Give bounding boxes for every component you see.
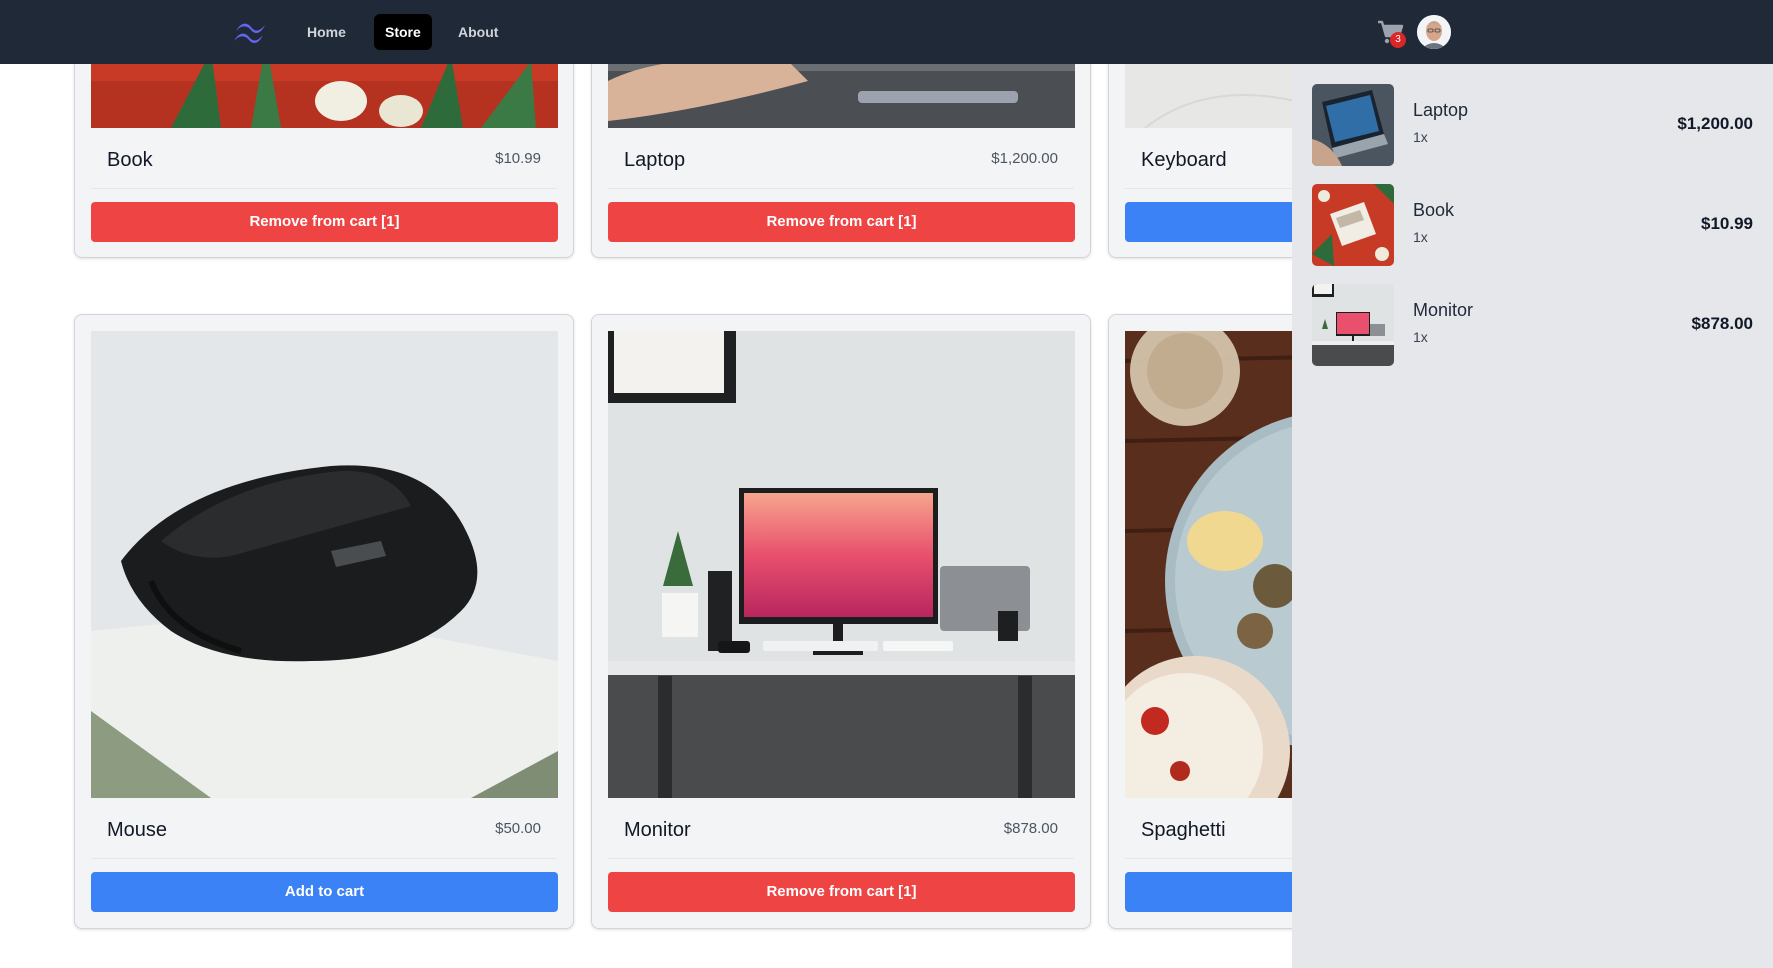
product-price: $1,200.00 (991, 150, 1058, 167)
cart-item-total: $1,200.00 (1677, 114, 1753, 133)
product-name: Book (107, 149, 153, 171)
cart-item-thumbnail-monitor (1312, 284, 1394, 366)
cart-item: Monitor 1x $878.00 (1312, 284, 1753, 366)
cart-item-quantity: 1x (1413, 129, 1428, 145)
card-divider (608, 858, 1074, 859)
nav-about-link[interactable]: About (447, 14, 509, 50)
cart-item-name: Laptop (1413, 100, 1469, 120)
cart-item: Book 1x $10.99 (1312, 184, 1753, 266)
cart-item-name: Monitor (1413, 300, 1474, 320)
cart-item-total: $10.99 (1701, 214, 1753, 233)
nav-store-link[interactable]: Store (374, 14, 432, 50)
product-price: $878.00 (1003, 820, 1058, 837)
product-name: Laptop (624, 149, 686, 171)
top-navbar: Home Store About 3 (0, 0, 1773, 64)
product-image-monitor (608, 331, 1075, 798)
product-name: Keyboard (1141, 149, 1227, 171)
product-name: Monitor (624, 819, 691, 841)
add-to-cart-button[interactable]: Add to cart (91, 872, 558, 912)
product-name: Spaghetti (1141, 819, 1226, 841)
product-price: $10.99 (495, 150, 541, 167)
cart-count-badge: 3 (1390, 32, 1406, 48)
remove-from-cart-button[interactable]: Remove from cart [1] (91, 202, 558, 242)
remove-from-cart-button[interactable]: Remove from cart [1] (608, 872, 1075, 912)
product-card-mouse: Mouse $50.00 Add to cart (74, 314, 574, 929)
cart-item-total: $878.00 (1691, 314, 1753, 333)
tailwind-logo-icon[interactable] (232, 19, 270, 45)
cart-item: Laptop 1x $1,200.00 (1312, 84, 1753, 166)
product-image-mouse (91, 331, 558, 798)
cart-item-quantity: 1x (1413, 229, 1428, 245)
remove-from-cart-button[interactable]: Remove from cart [1] (608, 202, 1075, 242)
card-divider (608, 188, 1074, 189)
cart-item-thumbnail-book (1312, 184, 1394, 266)
product-name: Mouse (107, 819, 168, 841)
cart-item-thumbnail-laptop (1312, 84, 1394, 166)
nav-home-link[interactable]: Home (296, 14, 357, 50)
product-card-monitor: Monitor $878.00 Remove from cart [1] (591, 314, 1091, 929)
card-divider (91, 858, 557, 859)
cart-item-name: Book (1413, 200, 1455, 220)
card-divider (91, 188, 557, 189)
cart-side-panel: Laptop 1x $1,200.00 Book 1x $10.99 Monit… (1292, 64, 1773, 968)
cart-item-quantity: 1x (1413, 329, 1428, 345)
product-price: $50.00 (495, 820, 541, 837)
user-avatar[interactable] (1417, 15, 1451, 49)
